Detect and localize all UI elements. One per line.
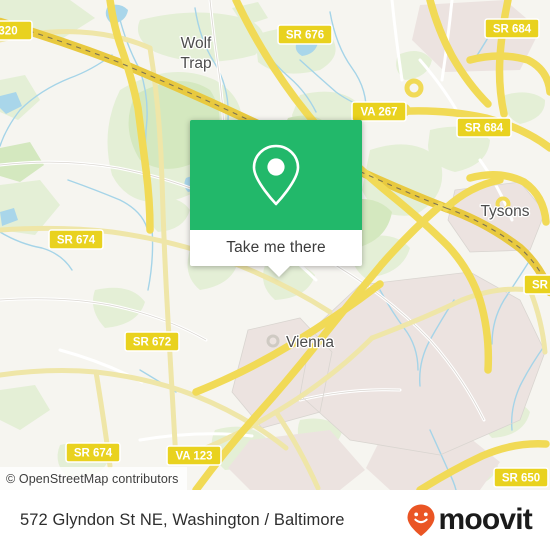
road-shield-label: SR 672 — [133, 337, 171, 349]
road-shield-sr-684-east: SR 684 — [456, 117, 512, 138]
location-pin-icon — [252, 144, 300, 206]
moovit-wordmark: moovit — [438, 503, 532, 536]
road-shield-label: SR 684 — [493, 24, 532, 36]
road-shield-label: VA 267 — [360, 107, 397, 119]
road-shield-sr-672: SR 672 — [124, 331, 180, 352]
callout-icon-panel — [190, 120, 362, 230]
address-text: 572 Glyndon St NE, Washington / Baltimor… — [20, 510, 345, 529]
road-shield-sr-684-north: SR 684 — [484, 18, 540, 39]
road-shield-label: VA 123 — [175, 451, 212, 463]
moovit-logo[interactable]: moovit — [405, 503, 533, 537]
place-label-vienna: Vienna — [286, 334, 334, 351]
road-shield-label: SR — [532, 280, 549, 292]
road-shield-sr-676: SR 676 — [277, 24, 333, 45]
road-shield-label: SR 674 — [74, 448, 113, 460]
moovit-map-share-card: Wolf Trap Tysons Vienna SR 676 SR 684 VA… — [0, 0, 550, 550]
road-shield-sr-clipped-right: SR — [523, 274, 550, 295]
road-shield-sr-650: SR 650 — [493, 467, 549, 488]
road-shield-sr-674-north: SR 674 — [48, 229, 104, 250]
moovit-pin-smile-icon — [407, 504, 435, 536]
callout-label-panel[interactable]: Take me there — [190, 230, 362, 277]
map-attribution: © OpenStreetMap contributors — [0, 467, 187, 490]
callout-tail — [268, 266, 290, 277]
road-shield-label: SR 650 — [502, 473, 540, 485]
road-shield-va-123: VA 123 — [166, 445, 222, 466]
take-me-there-label: Take me there — [226, 239, 326, 256]
place-label-wolf-trap-line2: Trap — [180, 55, 211, 72]
place-label-wolf-trap-line1: Wolf — [181, 35, 212, 52]
footer-bar: 572 Glyndon St NE, Washington / Baltimor… — [0, 490, 550, 550]
road-shield-label: 320 — [0, 26, 18, 38]
road-shield-320-clipped: 320 — [0, 20, 33, 41]
road-shield-va-267: VA 267 — [351, 101, 407, 122]
road-shield-label: SR 684 — [465, 123, 504, 135]
road-shield-label: SR 676 — [286, 30, 324, 42]
map-attribution-text: © OpenStreetMap contributors — [6, 471, 179, 486]
place-label-tysons: Tysons — [480, 203, 529, 220]
road-shield-label: SR 674 — [57, 235, 96, 247]
take-me-there-callout[interactable]: Take me there — [190, 120, 362, 277]
road-shield-sr-674-south: SR 674 — [65, 442, 121, 463]
